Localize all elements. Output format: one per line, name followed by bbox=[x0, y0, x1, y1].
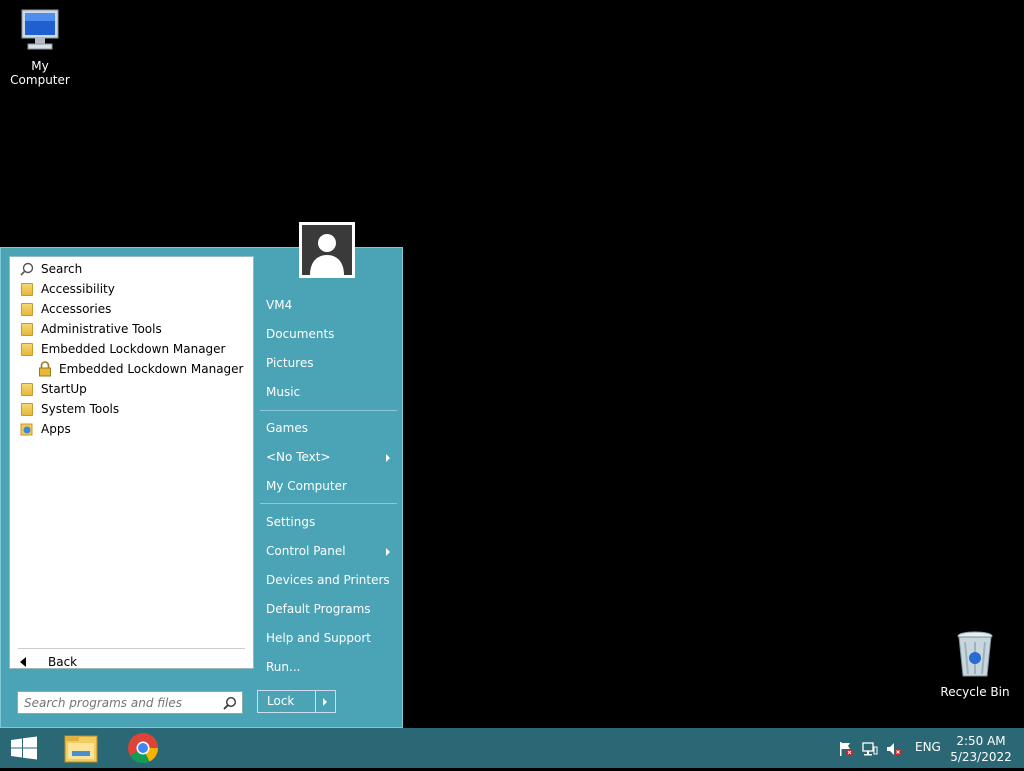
program-label: System Tools bbox=[41, 402, 120, 416]
right-item-label: Documents bbox=[266, 327, 335, 341]
back-button[interactable]: Back bbox=[20, 652, 77, 672]
clock-time: 2:50 AM bbox=[956, 734, 1006, 748]
windows-logo-icon bbox=[11, 736, 37, 760]
folder-icon bbox=[19, 401, 35, 417]
program-item-accessibility[interactable]: Accessibility bbox=[19, 279, 115, 299]
right-item-label: Games bbox=[266, 421, 308, 435]
right-item-label: My Computer bbox=[266, 479, 347, 493]
search-icon[interactable] bbox=[223, 696, 237, 710]
right-item-devices-and-printers[interactable]: Devices and Printers bbox=[266, 569, 396, 591]
right-item-no-text[interactable]: <No Text> bbox=[266, 446, 396, 468]
program-item-administrative-tools[interactable]: Administrative Tools bbox=[19, 319, 162, 339]
right-item-label: Control Panel bbox=[266, 544, 346, 558]
start-button[interactable] bbox=[0, 728, 48, 768]
search-box[interactable] bbox=[17, 691, 243, 714]
program-label: Search bbox=[41, 262, 83, 276]
user-avatar[interactable] bbox=[299, 222, 355, 278]
back-label: Back bbox=[48, 655, 78, 669]
folder-icon bbox=[19, 381, 35, 397]
computer-icon bbox=[21, 9, 59, 50]
language-indicator[interactable]: ENG bbox=[915, 740, 941, 754]
lock-icon bbox=[37, 361, 53, 377]
search-input[interactable] bbox=[18, 692, 230, 713]
right-item-default-programs[interactable]: Default Programs bbox=[266, 598, 396, 620]
program-item-embedded-lockdown-manager-folder[interactable]: Embedded Lockdown Manager bbox=[19, 339, 225, 359]
taskbar: ENG 2:50 AM 5/23/2022 bbox=[0, 728, 1024, 768]
clock-date: 5/23/2022 bbox=[950, 750, 1012, 764]
right-item-label: VM4 bbox=[266, 298, 293, 312]
folder-icon bbox=[19, 321, 35, 337]
right-item-help-and-support[interactable]: Help and Support bbox=[266, 627, 396, 649]
network-icon[interactable] bbox=[862, 741, 878, 757]
clock[interactable]: 2:50 AM 5/23/2022 bbox=[948, 733, 1014, 765]
apps-folder-icon bbox=[19, 421, 35, 437]
taskbar-chrome[interactable] bbox=[118, 728, 168, 768]
program-item-search[interactable]: Search bbox=[19, 259, 82, 279]
program-item-embedded-lockdown-manager[interactable]: Embedded Lockdown Manager bbox=[37, 359, 243, 379]
right-item-label: Run... bbox=[266, 660, 301, 674]
right-item-label: Devices and Printers bbox=[266, 573, 390, 587]
folder-icon bbox=[19, 301, 35, 317]
right-item-documents[interactable]: Documents bbox=[266, 323, 396, 345]
start-menu: Search Accessibility Accessories Adminis… bbox=[0, 247, 403, 728]
right-item-label: Pictures bbox=[266, 356, 314, 370]
taskbar-file-explorer[interactable] bbox=[57, 728, 107, 768]
menu-separator bbox=[260, 410, 397, 411]
right-item-label: Default Programs bbox=[266, 602, 371, 616]
program-label: Embedded Lockdown Manager bbox=[59, 362, 244, 376]
chevron-right-icon bbox=[323, 698, 327, 706]
submenu-arrow-icon bbox=[386, 548, 390, 556]
desktop-icon-recycle-bin[interactable]: Recycle Bin bbox=[935, 630, 1015, 699]
right-item-pictures[interactable]: Pictures bbox=[266, 352, 396, 374]
program-label: Embedded Lockdown Manager bbox=[41, 342, 226, 356]
program-label: Accessibility bbox=[41, 282, 115, 296]
desktop-icon-label: Recycle Bin bbox=[940, 685, 1010, 699]
power-options-button[interactable] bbox=[316, 690, 336, 713]
right-item-label: Music bbox=[266, 385, 301, 399]
right-item-my-computer[interactable]: My Computer bbox=[266, 475, 396, 497]
program-item-startup[interactable]: StartUp bbox=[19, 379, 87, 399]
lock-button[interactable]: Lock bbox=[257, 690, 316, 713]
programs-pane: Search Accessibility Accessories Adminis… bbox=[9, 256, 254, 669]
menu-separator bbox=[260, 503, 397, 504]
action-center-flag-icon[interactable] bbox=[838, 741, 854, 757]
pane-divider bbox=[18, 648, 245, 649]
folder-icon bbox=[19, 341, 35, 357]
program-item-accessories[interactable]: Accessories bbox=[19, 299, 111, 319]
back-arrow-icon bbox=[20, 657, 26, 667]
right-item-run[interactable]: Run... bbox=[266, 656, 396, 678]
program-label: Apps bbox=[41, 422, 71, 436]
right-item-settings[interactable]: Settings bbox=[266, 511, 396, 533]
program-label: Administrative Tools bbox=[41, 322, 162, 336]
right-item-label: Settings bbox=[266, 515, 316, 529]
desktop-icon-label: My Computer bbox=[10, 59, 70, 87]
lock-label: Lock bbox=[267, 694, 295, 708]
right-item-label: <No Text> bbox=[266, 450, 331, 464]
right-item-user[interactable]: VM4 bbox=[266, 294, 396, 316]
right-item-control-panel[interactable]: Control Panel bbox=[266, 540, 396, 562]
search-icon bbox=[19, 261, 35, 277]
right-item-music[interactable]: Music bbox=[266, 381, 396, 403]
submenu-arrow-icon bbox=[386, 454, 390, 462]
volume-muted-icon[interactable] bbox=[886, 741, 902, 757]
program-item-system-tools[interactable]: System Tools bbox=[19, 399, 119, 419]
program-item-apps[interactable]: Apps bbox=[19, 419, 71, 439]
right-item-games[interactable]: Games bbox=[266, 417, 396, 439]
folder-icon bbox=[19, 281, 35, 297]
program-label: StartUp bbox=[41, 382, 87, 396]
desktop-icon-my-computer[interactable]: My Computer bbox=[0, 8, 80, 87]
right-item-label: Help and Support bbox=[266, 631, 371, 645]
chrome-icon bbox=[128, 733, 158, 763]
recycle-bin-icon bbox=[957, 631, 993, 677]
user-silhouette-icon bbox=[302, 225, 352, 275]
program-label: Accessories bbox=[41, 302, 112, 316]
file-explorer-icon bbox=[64, 735, 98, 763]
